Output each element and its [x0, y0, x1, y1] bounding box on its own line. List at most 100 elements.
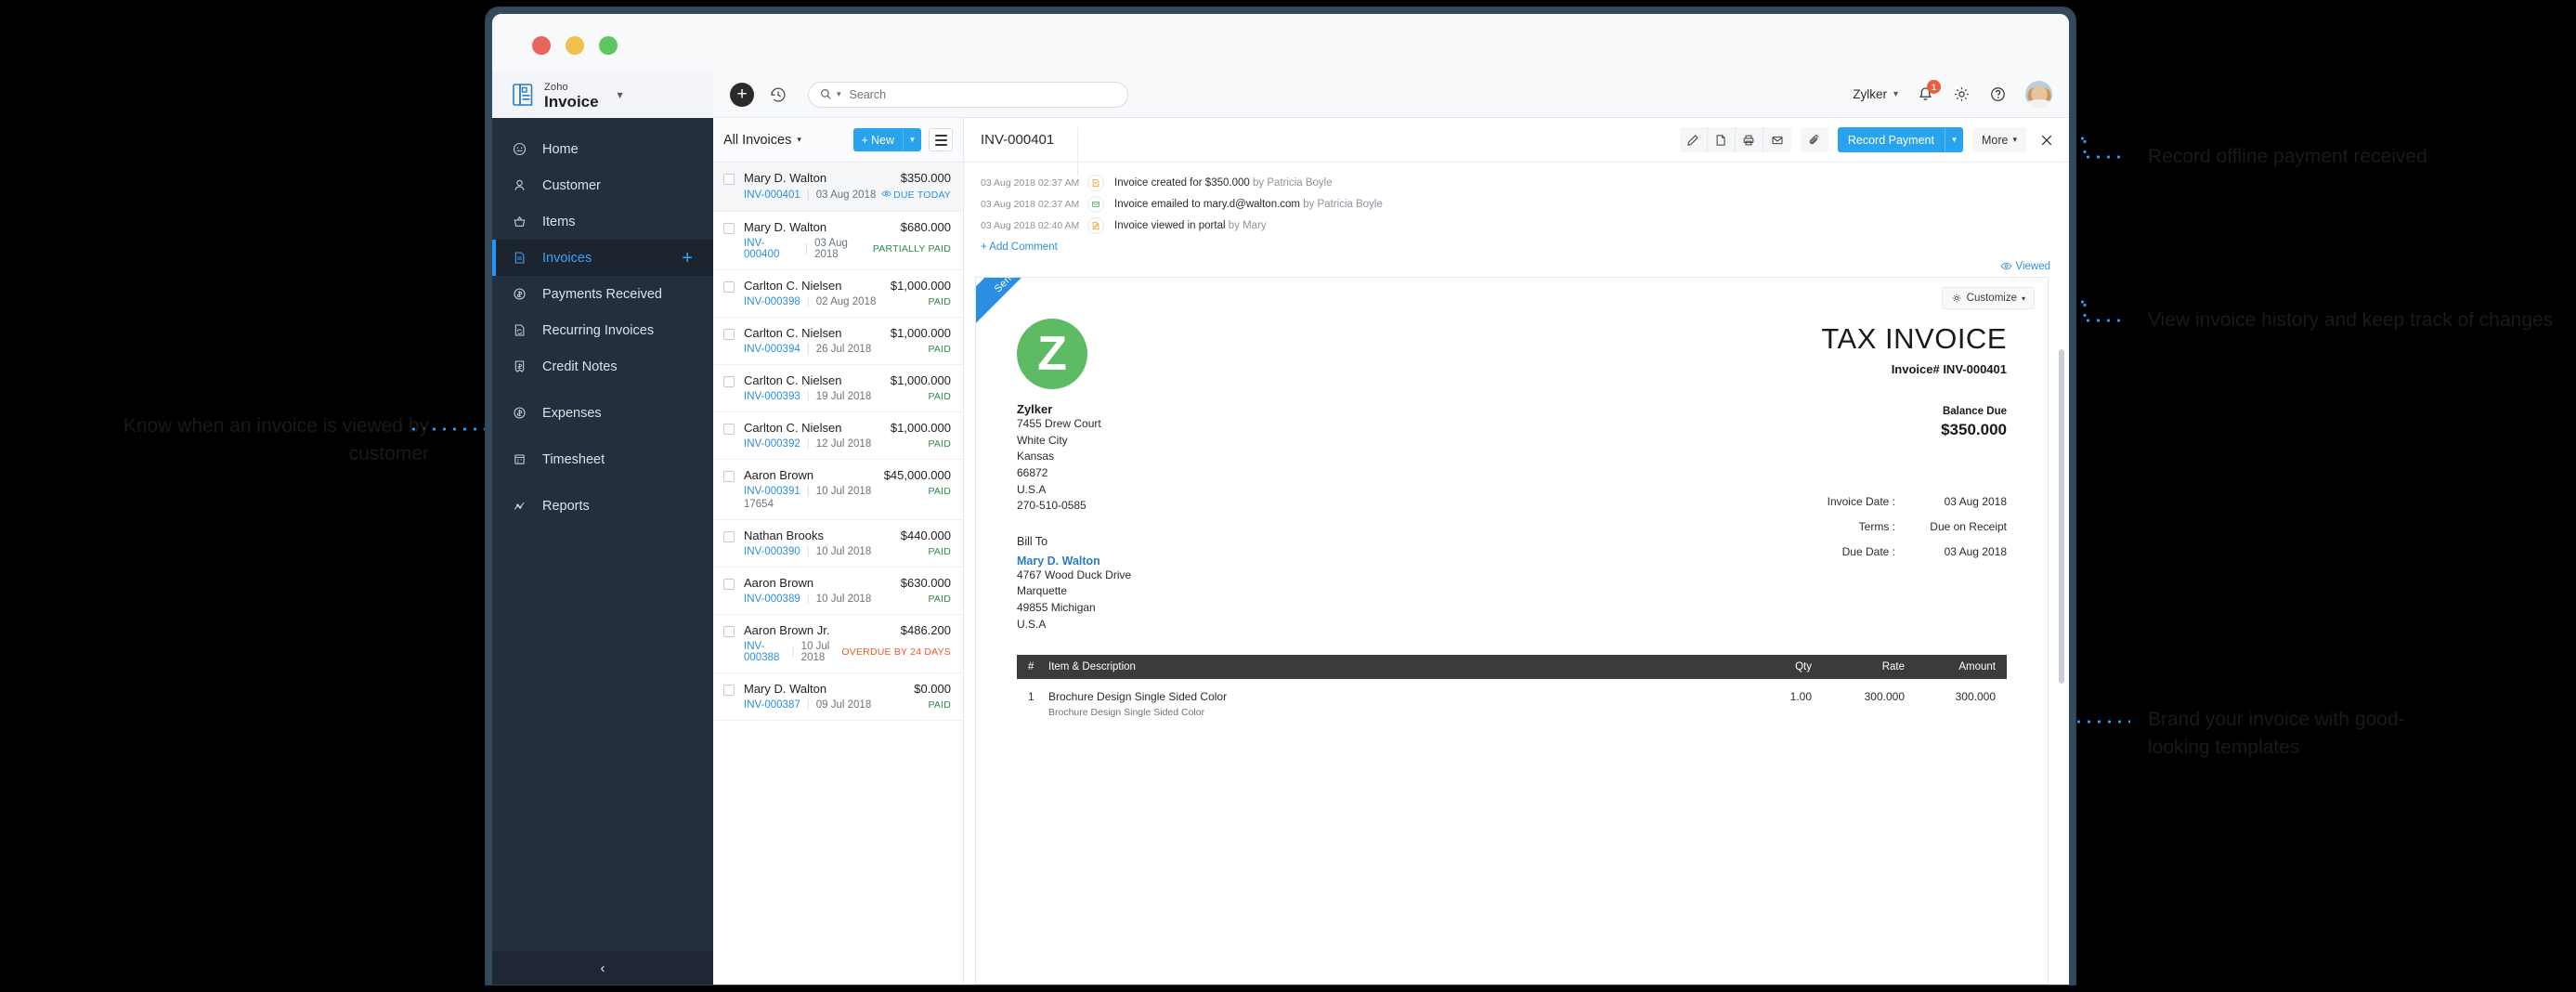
invoice-row-checkbox[interactable]: [723, 281, 735, 293]
invoice-amount: $45,000.000: [883, 468, 951, 482]
new-invoice-button[interactable]: + New ▾: [852, 128, 921, 151]
browser-window: Zoho Invoice ▾ Home Customer Items Invoi…: [486, 7, 2075, 985]
invoice-list-item[interactable]: Nathan Brooks $440.000 INV-000390 | 10 Jul 2…: [713, 520, 963, 568]
main-area: + ▾ Search Zylker ▾ 1 All Invoices ▾ + N…: [713, 72, 2069, 985]
invoice-amount: $0.000: [914, 682, 951, 696]
more-actions-button[interactable]: More ▾: [1971, 127, 2026, 152]
separator: |: [806, 486, 810, 497]
add-invoice-icon[interactable]: +: [682, 249, 693, 268]
record-payment-dropdown-icon[interactable]: ▾: [1944, 127, 1963, 152]
invoice-detail-title: INV-000401: [981, 132, 1055, 148]
invoice-list-item[interactable]: Aaron Brown Jr. $486.200 INV-000388 | 10 Jul…: [713, 615, 963, 673]
print-invoice-button[interactable]: [1736, 127, 1763, 152]
invoice-list[interactable]: Mary D. Walton $350.000 INV-000401 | 03 Aug …: [713, 163, 963, 985]
sidebar-item-payments-received[interactable]: Payments Received: [492, 276, 713, 312]
invoice-number[interactable]: INV-000387: [744, 699, 800, 711]
invoice-meta-row: Invoice Date : 03 Aug 2018: [1775, 495, 2007, 508]
invoice-date: 02 Aug 2018: [815, 296, 877, 307]
invoice-row-checkbox[interactable]: [723, 579, 735, 590]
invoice-list-item[interactable]: Carlton C. Nielsen $1,000.000 INV-000393 | 1…: [713, 365, 963, 412]
sidebar-item-home[interactable]: Home: [492, 131, 713, 167]
sidebar-item-credit-notes[interactable]: Credit Notes: [492, 348, 713, 385]
invoice-list-item[interactable]: Mary D. Walton $0.000 INV-000387 | 09 Jul 20…: [713, 673, 963, 721]
invoice-row-checkbox[interactable]: [723, 223, 735, 234]
sidebar-item-invoices[interactable]: Invoices +: [492, 240, 713, 276]
invoice-number[interactable]: INV-000389: [744, 594, 800, 605]
chevron-down-icon[interactable]: ▾: [618, 88, 623, 101]
invoice-number[interactable]: INV-000391: [744, 486, 800, 497]
invoice-row-checkbox[interactable]: [723, 471, 735, 482]
bill-to-name[interactable]: Mary D. Walton: [1017, 555, 1775, 568]
invoice-row-checkbox[interactable]: [723, 329, 735, 340]
timeline-entry: 03 Aug 2018 02:37 AM Invoice emailed to m…: [981, 193, 2052, 215]
sidebar-item-customer[interactable]: Customer: [492, 167, 713, 203]
invoice-list-item[interactable]: Carlton C. Nielsen $1,000.000 INV-000392 | 1…: [713, 412, 963, 460]
record-payment-button[interactable]: Record Payment ▾: [1837, 127, 1963, 152]
invoice-list-actions: + New ▾: [852, 128, 953, 151]
invoice-number[interactable]: INV-000388: [744, 641, 786, 663]
invoice-number[interactable]: INV-000393: [744, 391, 800, 402]
list-options-button[interactable]: [929, 128, 953, 151]
invoice-list-item[interactable]: Carlton C. Nielsen $1,000.000 INV-000394 | 2…: [713, 318, 963, 365]
user-avatar[interactable]: [2025, 81, 2052, 108]
notifications-button[interactable]: 1: [1917, 80, 1941, 103]
sidebar-item-recurring-invoices[interactable]: Recurring Invoices: [492, 312, 713, 348]
invoice-row-checkbox[interactable]: [723, 174, 735, 185]
add-comment-link[interactable]: + Add Comment: [981, 241, 2052, 253]
search-box[interactable]: ▾: [808, 81, 1128, 108]
invoice-list-item[interactable]: Carlton C. Nielsen $1,000.000 INV-000398 | 0…: [713, 270, 963, 318]
sidebar-item-timesheet[interactable]: Timesheet: [492, 441, 713, 477]
sidebar-collapse-button[interactable]: ‹: [492, 951, 713, 985]
bill-to-address-line: 4767 Wood Duck Drive: [1017, 568, 1132, 581]
invoice-list-item[interactable]: Mary D. Walton $680.000 INV-000400 | 03 Aug …: [713, 212, 963, 270]
invoice-number[interactable]: INV-000401: [744, 189, 800, 201]
help-button[interactable]: [1989, 85, 2007, 103]
invoice-number[interactable]: INV-000392: [744, 438, 800, 450]
invoice-row-checkbox[interactable]: [723, 424, 735, 435]
window-maximize-button[interactable]: [599, 36, 618, 55]
viewed-badge: Viewed: [2000, 260, 2050, 272]
line-item-row: 1 Brochure Design Single Sided Color Broch…: [1017, 679, 2007, 718]
customize-button[interactable]: Customize ▾: [1941, 287, 2035, 309]
sidebar-item-reports[interactable]: Reports: [492, 488, 713, 524]
invoice-list-item[interactable]: Aaron Brown $630.000 INV-000389 | 10 Jul 201…: [713, 568, 963, 615]
invoice-row-checkbox[interactable]: [723, 531, 735, 542]
email-invoice-button[interactable]: [1763, 127, 1791, 152]
download-pdf-button[interactable]: [1708, 127, 1736, 152]
invoice-row-checkbox[interactable]: [723, 626, 735, 637]
invoice-status-label: OVERDUE BY 24 DAYS: [841, 646, 951, 658]
invoice-date: 10 Jul 2018: [800, 641, 830, 663]
separator: |: [806, 699, 810, 711]
window-minimize-button[interactable]: [566, 36, 584, 55]
invoice-number[interactable]: INV-000400: [744, 238, 799, 260]
search-input[interactable]: [845, 87, 1116, 101]
invoice-number[interactable]: INV-000390: [744, 546, 800, 557]
invoice-amount: $630.000: [900, 576, 951, 590]
invoice-number[interactable]: INV-000398: [744, 296, 800, 307]
quick-add-button[interactable]: +: [730, 82, 754, 107]
search-scope-chevron-icon[interactable]: ▾: [837, 89, 841, 99]
company-address-line: 7455 Drew Court: [1017, 417, 1101, 430]
settings-button[interactable]: [1953, 85, 1971, 103]
invoice-row-checkbox[interactable]: [723, 685, 735, 696]
window-close-button[interactable]: [532, 36, 551, 55]
new-invoice-dropdown-icon[interactable]: ▾: [903, 128, 921, 151]
document-scrollbar[interactable]: [2059, 349, 2064, 684]
invoice-list-item[interactable]: Aaron Brown $45,000.000 INV-000391 | 10 Jul …: [713, 460, 963, 520]
annotation-line-record-payment-h2: [2083, 155, 2127, 159]
invoice-list-item[interactable]: Mary D. Walton $350.000 INV-000401 | 03 Aug …: [713, 163, 963, 212]
column-header-amount: Amount: [1958, 661, 1996, 673]
attach-file-button[interactable]: [1800, 127, 1828, 152]
invoice-number[interactable]: INV-000394: [744, 344, 800, 355]
invoice-meta-value: Due on Receipt: [1930, 520, 2007, 533]
sidebar-item-expenses[interactable]: Expenses: [492, 395, 713, 431]
brand-logo-area[interactable]: Zoho Invoice ▾: [492, 72, 713, 118]
invoice-row-checkbox[interactable]: [723, 376, 735, 387]
invoice-filter-dropdown[interactable]: All Invoices ▾: [723, 133, 801, 148]
invoice-status-badge: OVERDUE BY 24 DAYS: [841, 646, 951, 658]
organization-selector[interactable]: Zylker ▾: [1853, 87, 1898, 101]
recent-history-button[interactable]: [769, 85, 787, 104]
edit-invoice-button[interactable]: [1680, 127, 1708, 152]
close-detail-button[interactable]: [2039, 133, 2054, 148]
sidebar-item-items[interactable]: Items: [492, 203, 713, 240]
